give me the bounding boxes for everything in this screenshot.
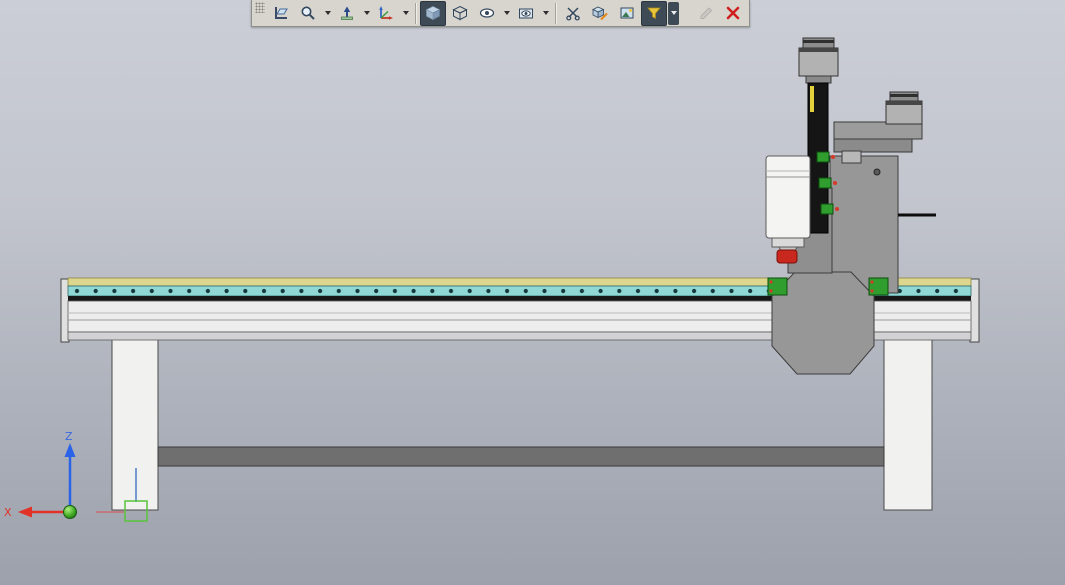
cross-brace[interactable] [157,446,885,467]
chevron-down-icon [542,11,549,15]
cancel-button[interactable] [720,1,746,26]
spindle-cap [771,237,805,248]
guide-dot-1 [831,155,835,159]
plate-bolt [873,168,881,176]
guide-dot-2 [833,181,837,185]
toolbar-separator [415,2,416,24]
magnifier-icon [301,6,315,20]
sensor-box [841,150,862,164]
chevron-down-icon [363,11,370,15]
chevron-down-icon [402,11,409,15]
z-axis-label: Z [65,430,73,443]
up-arrow-plane-icon [341,6,353,20]
edit-sketch-button[interactable] [693,1,719,26]
shaded-cube-icon [425,6,441,21]
z-screw-strip [810,86,814,112]
spindle-body[interactable] [765,155,811,239]
funnel-icon [647,7,661,20]
axes-icon [379,6,393,20]
x-axis-label: X [4,506,12,519]
red-x-icon [726,6,740,20]
x-axis-arrowhead [18,506,32,518]
z-motor-body[interactable] [798,47,839,77]
selection-filter-dropdown[interactable] [668,1,679,25]
z-axis-arrowhead [64,443,76,457]
table-guide-dot-l2 [769,289,773,293]
section-view-button[interactable] [560,1,586,26]
tool-tip[interactable] [776,249,798,264]
spindle-assembly[interactable] [765,155,811,264]
wireframe-cube-icon [452,5,468,21]
guide-block-3 [820,203,834,215]
chevron-down-icon [324,11,331,15]
cube-pencil-icon [592,6,608,21]
view-settings-button[interactable] [513,1,539,26]
graphics-area[interactable]: Z X [0,0,1065,585]
edit-view-button[interactable] [587,1,613,26]
grip-dots-icon[interactable] [255,2,265,13]
selection-filter-button[interactable] [641,0,667,26]
right-leg[interactable] [883,337,933,511]
table-guide-dot-r1 [870,280,874,284]
z-motor-flange [805,75,832,84]
z-motor-cap-band [803,40,834,43]
chevron-down-icon [503,11,510,15]
y-motor-cap-band [890,94,918,97]
y-arm-upper-plate [833,121,923,140]
origin-triad: Z X [4,430,77,519]
sketch-plane-button[interactable] [268,1,294,26]
zoom-button[interactable] [295,1,321,26]
y-motor-band [886,101,922,105]
guide-block-1 [816,151,830,163]
hide-show-items-button[interactable] [474,1,500,26]
y-arm-lower-plate [833,138,913,153]
apply-scene-button[interactable] [614,1,640,26]
display-style-shaded-button[interactable] [420,0,446,26]
zoom-dropdown[interactable] [322,2,333,25]
eye-box-icon [519,8,533,19]
view-orientation-button[interactable] [373,1,399,26]
view-orientation-dropdown[interactable] [400,2,411,25]
chevron-down-icon [670,11,677,15]
view-normal-to-dropdown[interactable] [361,2,372,25]
scissors-icon [566,7,580,21]
view-settings-dropdown[interactable] [540,2,551,25]
hide-show-items-dropdown[interactable] [501,2,512,25]
left-leg[interactable] [111,337,159,511]
guide-dot-3 [835,207,839,211]
z-motor-band [799,48,838,52]
plane-ruler-icon [275,7,288,19]
heads-up-toolbar [251,0,750,27]
scene-icon [620,7,634,19]
table-guide-dot-l1 [769,280,773,284]
toolbar-separator [555,2,556,24]
pencil-icon [700,7,713,19]
guide-block-2 [818,177,832,189]
origin-ball [63,505,77,519]
eye-icon [479,8,495,18]
table-guide-dot-r2 [870,289,874,293]
cad-model-view: Z X [4,37,980,522]
display-style-wireframe-button[interactable] [447,1,473,26]
view-normal-to-button[interactable] [334,1,360,26]
